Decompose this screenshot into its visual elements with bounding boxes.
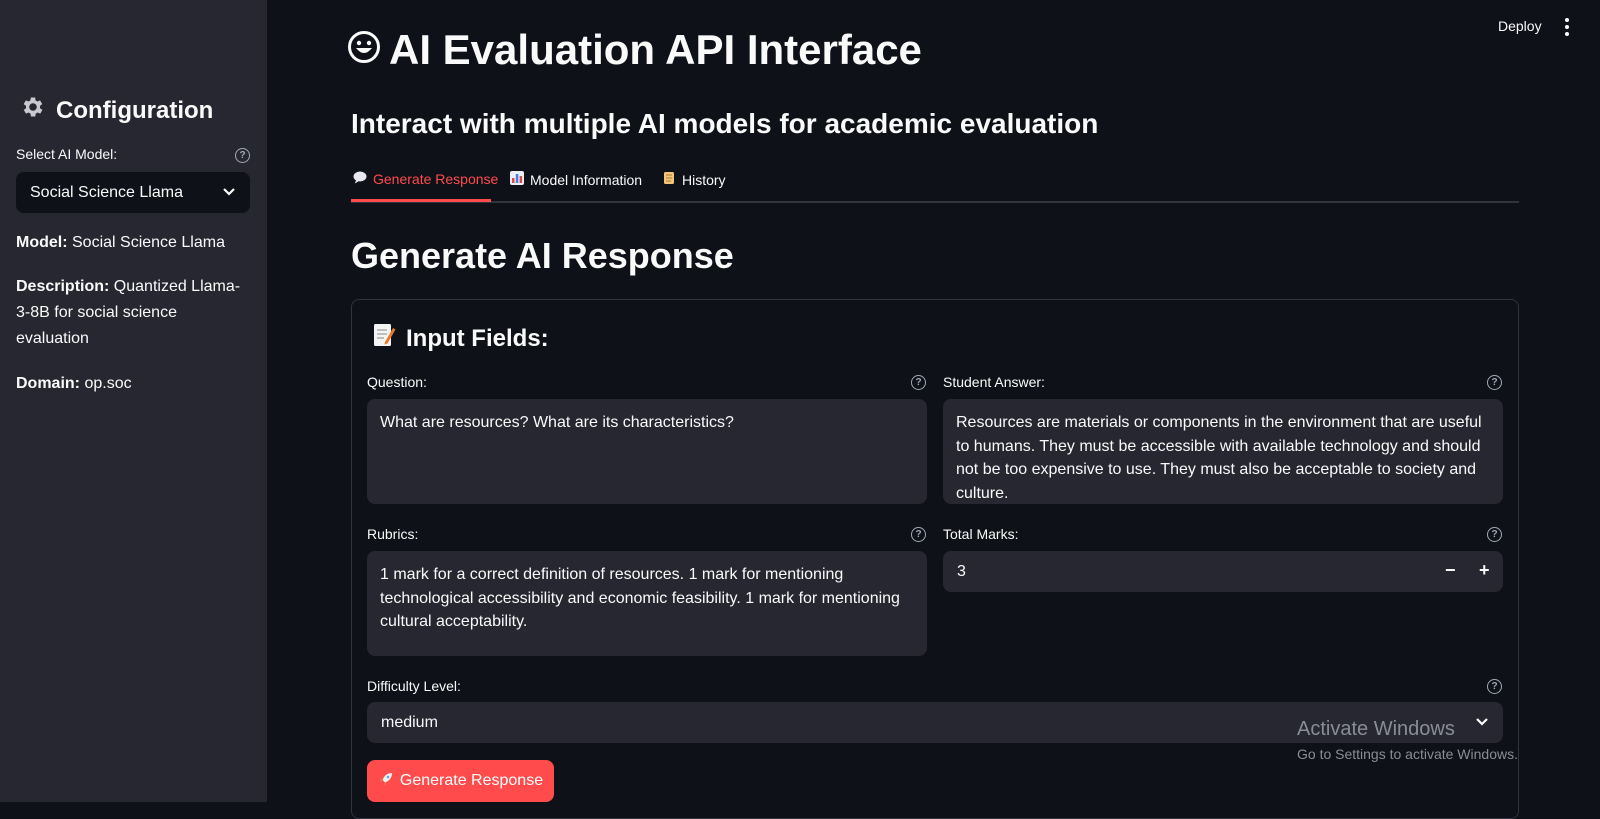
tab-bar: Generate Response Model Information Hist… <box>351 165 1519 203</box>
help-icon[interactable]: ? <box>1487 679 1502 694</box>
tab-label: Model Information <box>530 171 643 188</box>
tab-model-information[interactable]: Model Information <box>510 171 642 188</box>
total-marks-input[interactable]: 3 <box>943 551 1503 592</box>
help-icon[interactable]: ? <box>235 148 250 163</box>
difficulty-label: Difficulty Level: <box>367 678 461 694</box>
chevron-down-icon <box>1475 714 1489 732</box>
student-answer-input[interactable]: Resources are materials or components in… <box>943 399 1503 504</box>
rubrics-label: Rubrics: <box>367 526 419 542</box>
description-info: Description: Quantized Llama-3-8B for so… <box>16 274 246 352</box>
grinning-face-icon <box>347 26 381 74</box>
sidebar-title-text: Configuration <box>56 96 214 124</box>
student-answer-label: Student Answer: <box>943 374 1045 390</box>
page-subtitle: Interact with multiple AI models for aca… <box>351 108 1099 139</box>
model-info: Model: Social Science Llama <box>16 230 246 256</box>
help-icon[interactable]: ? <box>911 527 926 542</box>
tab-label: Generate Response <box>373 171 499 187</box>
deploy-button[interactable]: Deploy <box>1498 18 1542 34</box>
rubrics-input[interactable]: 1 mark for a correct definition of resou… <box>367 551 927 656</box>
chevron-down-icon <box>222 184 236 202</box>
tab-label: History <box>682 171 726 188</box>
increment-button[interactable]: + <box>1479 560 1490 581</box>
question-input[interactable]: What are resources? What are its charact… <box>367 399 927 504</box>
model-select-value: Social Science Llama <box>30 183 183 201</box>
section-title: Generate AI Response <box>351 235 734 276</box>
sidebar-title: Configuration <box>20 94 213 127</box>
help-icon[interactable]: ? <box>1487 375 1502 390</box>
memo-icon <box>372 322 396 355</box>
active-tab-indicator <box>351 199 491 202</box>
generate-button-label: Generate Response <box>399 772 544 789</box>
gear-icon <box>20 94 46 127</box>
tab-history[interactable]: History <box>662 171 726 188</box>
total-marks-label: Total Marks: <box>943 526 1019 542</box>
rocket-icon <box>378 771 394 792</box>
card-title: Input Fields: <box>372 322 549 355</box>
domain-key: Domain: <box>16 375 80 392</box>
activate-windows-title: Activate Windows <box>1297 718 1455 740</box>
model-value: Social Science Llama <box>72 234 225 251</box>
decrement-button[interactable]: − <box>1445 560 1456 581</box>
description-key: Description: <box>16 278 110 295</box>
question-label: Question: <box>367 374 427 390</box>
difficulty-value: medium <box>381 713 438 731</box>
total-marks-value: 3 <box>957 562 966 580</box>
scroll-icon <box>662 171 676 188</box>
domain-info: Domain: op.soc <box>16 371 246 397</box>
tab-generate-response[interactable]: Generate Response <box>353 171 498 187</box>
model-key: Model: <box>16 234 68 251</box>
help-icon[interactable]: ? <box>911 375 926 390</box>
domain-value: op.soc <box>84 375 132 392</box>
select-model-label: Select AI Model: <box>16 146 118 162</box>
speech-balloon-icon <box>353 171 367 187</box>
sidebar: Configuration Select AI Model: ? Social … <box>0 0 267 802</box>
activate-windows-subtitle: Go to Settings to activate Windows. <box>1297 746 1518 762</box>
bar-chart-icon <box>510 171 524 188</box>
more-menu-icon[interactable] <box>1564 18 1570 36</box>
page-title-text: AI Evaluation API Interface <box>389 26 922 73</box>
page-title: AI Evaluation API Interface <box>347 26 922 74</box>
help-icon[interactable]: ? <box>1487 527 1502 542</box>
model-select[interactable]: Social Science Llama <box>16 172 250 213</box>
generate-response-button[interactable]: Generate Response <box>367 760 554 802</box>
card-title-text: Input Fields: <box>406 324 549 352</box>
